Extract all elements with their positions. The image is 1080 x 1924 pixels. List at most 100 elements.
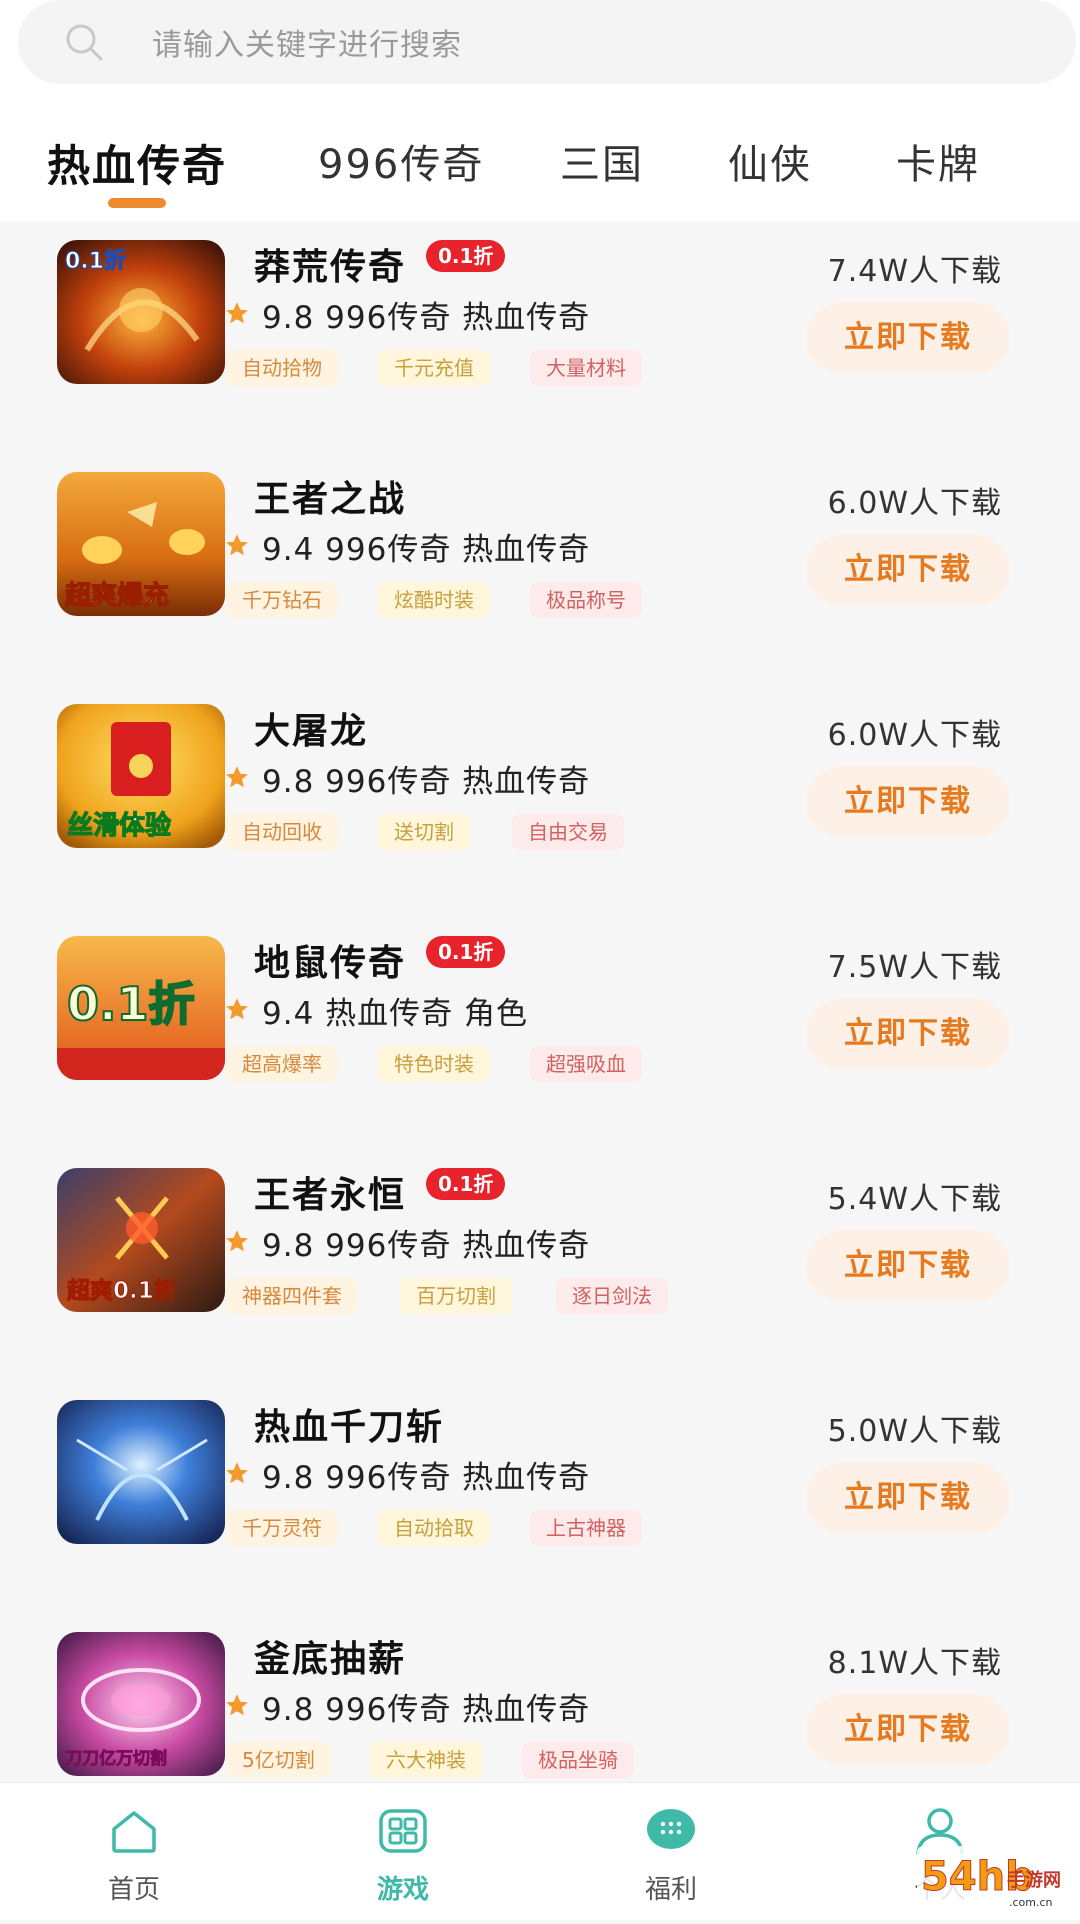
game-thumbnail[interactable]: 丝滑体验 xyxy=(57,704,225,848)
download-button[interactable]: 立即下载 xyxy=(806,1230,1010,1302)
nav-label: 游戏 xyxy=(376,1875,429,1905)
game-tag: 炫酷时装 xyxy=(378,582,490,618)
thumb-text: 超爽0.1折 xyxy=(67,1278,177,1304)
game-tag: 极品坐骑 xyxy=(522,1742,634,1778)
top-bar: 请输入关键字进行搜索 热血传奇 996传奇 三国 仙侠 卡牌 xyxy=(0,0,1080,222)
nav-label: 首页 xyxy=(107,1875,160,1905)
games-icon xyxy=(379,1809,427,1853)
welfare-icon xyxy=(647,1809,695,1849)
game-tag: 千元充值 xyxy=(378,350,490,386)
search-input[interactable]: 请输入关键字进行搜索 xyxy=(152,20,462,64)
game-title: 王者永恒 xyxy=(254,1175,407,1216)
thumb-text: 0.1折 xyxy=(65,249,126,274)
game-card[interactable]: 0.1折 莽荒传奇 0.1折 9.8 996传奇 热血传奇 自动拾物 千元充值 … xyxy=(0,222,1080,454)
game-list: 0.1折 莽荒传奇 0.1折 9.8 996传奇 热血传奇 自动拾物 千元充值 … xyxy=(0,222,1080,1782)
svg-text:手游网: 手游网 xyxy=(1007,1869,1061,1891)
game-card[interactable]: 超爽爆充 王者之战 9.4 996传奇 热血传奇 千万钻石 炫酷时装 极品称号 … xyxy=(0,454,1080,686)
download-count: 6.0W人下载 xyxy=(827,718,1002,753)
home-icon xyxy=(112,1811,156,1853)
thumb-text: 刀刀亿万切割 xyxy=(65,1748,167,1769)
category-tabs: 热血传奇 996传奇 三国 仙侠 卡牌 xyxy=(0,120,1080,210)
game-tag: 超强吸血 xyxy=(530,1046,642,1082)
game-thumbnail[interactable] xyxy=(57,1400,225,1544)
game-title: 釜底抽薪 xyxy=(254,1639,407,1680)
star-icon xyxy=(226,1462,248,1484)
game-card[interactable]: 刀刀亿万切割 釜底抽薪 9.8 996传奇 热血传奇 5亿切割 六大神装 极品坐… xyxy=(0,1614,1080,1782)
download-button[interactable]: 立即下载 xyxy=(806,766,1010,838)
game-tag: 逐日剑法 xyxy=(556,1278,668,1314)
star-icon xyxy=(226,766,248,788)
game-tag: 送切割 xyxy=(378,814,470,850)
discount-badge: 0.1折 xyxy=(426,240,506,272)
game-card[interactable]: 0.1折 地鼠传奇 0.1折 9.4 热血传奇 角色 超高爆率 特色时装 超强吸… xyxy=(0,918,1080,1150)
game-title: 热血千刀斩 xyxy=(254,1407,445,1448)
game-card[interactable]: 热血千刀斩 9.8 996传奇 热血传奇 千万灵符 自动拾取 上古神器 5.0W… xyxy=(0,1382,1080,1614)
nav-games[interactable]: 游戏 xyxy=(303,1783,503,1921)
game-meta: 9.8 996传奇 热血传奇 xyxy=(262,300,591,336)
download-count: 5.4W人下载 xyxy=(827,1182,1002,1217)
game-title: 大屠龙 xyxy=(254,711,369,752)
download-count: 7.4W人下载 xyxy=(827,254,1002,289)
download-count: 7.5W人下载 xyxy=(827,950,1002,985)
svg-text:.com.cn: .com.cn xyxy=(1009,1896,1053,1909)
game-tag: 自动回收 xyxy=(226,814,338,850)
game-tag: 百万切割 xyxy=(400,1278,512,1314)
download-button[interactable]: 立即下载 xyxy=(806,998,1010,1070)
game-card[interactable]: 丝滑体验 大屠龙 9.8 996传奇 热血传奇 自动回收 送切割 自由交易 6.… xyxy=(0,686,1080,918)
nav-label: 福利 xyxy=(644,1875,697,1905)
game-tag: 自动拾取 xyxy=(378,1510,490,1546)
game-tag: 自由交易 xyxy=(512,814,624,850)
tab-sanguo[interactable]: 三国 xyxy=(560,132,644,190)
download-button[interactable]: 立即下载 xyxy=(806,1694,1010,1766)
download-button[interactable]: 立即下载 xyxy=(806,1462,1010,1534)
game-tag: 极品称号 xyxy=(530,582,642,618)
game-tag: 上古神器 xyxy=(530,1510,642,1546)
game-meta: 9.8 996传奇 热血传奇 xyxy=(262,1228,591,1264)
download-count: 8.1W人下载 xyxy=(827,1646,1002,1681)
game-tag: 特色时装 xyxy=(378,1046,490,1082)
search-bar[interactable]: 请输入关键字进行搜索 xyxy=(18,0,1076,84)
game-thumbnail[interactable]: 0.1折 xyxy=(57,936,225,1080)
nav-welfare[interactable]: 福利 xyxy=(571,1783,771,1921)
game-meta: 9.8 996传奇 热血传奇 xyxy=(262,1460,591,1496)
game-meta: 9.4 996传奇 热血传奇 xyxy=(262,532,591,568)
game-tag: 神器四件套 xyxy=(226,1278,358,1314)
game-tag: 5亿切割 xyxy=(226,1742,331,1778)
tab-xianxia[interactable]: 仙侠 xyxy=(728,132,812,190)
nav-home[interactable]: 首页 xyxy=(34,1783,234,1921)
game-thumbnail[interactable]: 刀刀亿万切割 xyxy=(57,1632,225,1776)
game-title: 地鼠传奇 xyxy=(254,943,407,984)
active-tab-indicator xyxy=(108,198,166,208)
game-title: 王者之战 xyxy=(254,479,407,520)
download-button[interactable]: 立即下载 xyxy=(806,302,1010,374)
game-card[interactable]: 超爽0.1折 王者永恒 0.1折 9.8 996传奇 热血传奇 神器四件套 百万… xyxy=(0,1150,1080,1382)
star-icon xyxy=(226,302,248,324)
star-icon xyxy=(226,1694,248,1716)
game-meta: 9.4 热血传奇 角色 xyxy=(262,996,529,1032)
game-tag: 大量材料 xyxy=(530,350,642,386)
star-icon xyxy=(226,998,248,1020)
site-watermark: 54hb 手游网 .com.cn xyxy=(915,1840,1080,1920)
game-tag: 超高爆率 xyxy=(226,1046,338,1082)
tab-996-chuanqi[interactable]: 996传奇 xyxy=(318,132,484,190)
game-title: 莽荒传奇 xyxy=(254,247,407,288)
game-thumbnail[interactable]: 超爽爆充 xyxy=(57,472,225,616)
tab-rexue-chuanqi[interactable]: 热血传奇 xyxy=(47,132,227,194)
game-thumbnail[interactable]: 超爽0.1折 xyxy=(57,1168,225,1312)
game-tag: 千万钻石 xyxy=(226,582,338,618)
game-tag: 自动拾物 xyxy=(226,350,338,386)
tab-kapai[interactable]: 卡牌 xyxy=(896,132,980,190)
star-icon xyxy=(226,534,248,556)
game-tag: 六大神装 xyxy=(370,1742,482,1778)
download-button[interactable]: 立即下载 xyxy=(806,534,1010,606)
game-meta: 9.8 996传奇 热血传奇 xyxy=(262,1692,591,1728)
game-thumbnail[interactable]: 0.1折 xyxy=(57,240,225,384)
thumb-text: 0.1折 xyxy=(67,977,195,1031)
discount-badge: 0.1折 xyxy=(426,936,506,968)
star-icon xyxy=(226,1230,248,1252)
game-tag: 千万灵符 xyxy=(226,1510,338,1546)
thumb-text: 丝滑体验 xyxy=(67,810,171,841)
game-meta: 9.8 996传奇 热血传奇 xyxy=(262,764,591,800)
search-icon xyxy=(66,24,103,61)
discount-badge: 0.1折 xyxy=(426,1168,506,1200)
